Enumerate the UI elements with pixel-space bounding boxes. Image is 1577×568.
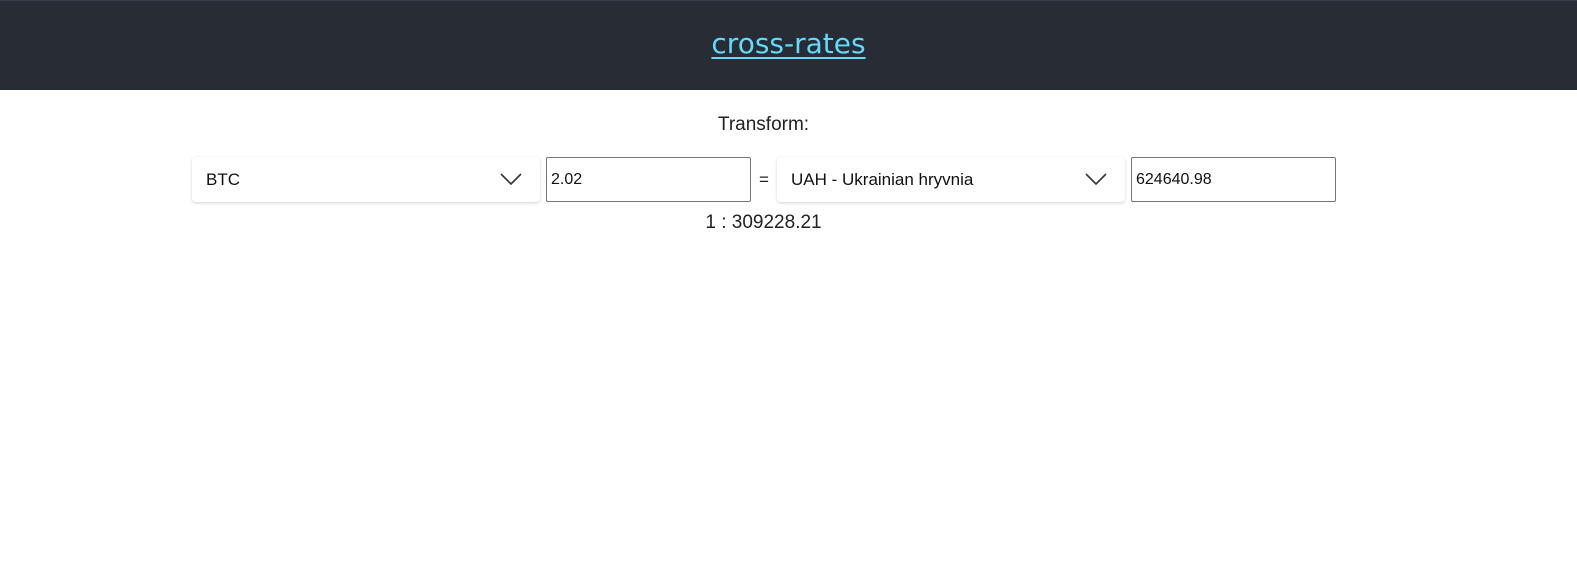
exchange-rate-text: 1 : 309228.21 (705, 212, 822, 233)
app-header: cross-rates (0, 0, 1577, 90)
from-currency-value: BTC (206, 169, 240, 189)
from-currency-select[interactable]: BTC (192, 157, 540, 202)
equals-sign: = (759, 169, 769, 189)
to-currency-value: UAH - Ukrainian hryvnia (791, 169, 974, 189)
from-amount-input[interactable] (546, 157, 751, 202)
app-title-link[interactable]: cross-rates (711, 27, 865, 60)
converter-row: BTC = UAH - Ukrainian hryvnia (192, 157, 1336, 202)
to-amount-input[interactable] (1131, 157, 1336, 202)
chevron-down-icon (500, 173, 522, 187)
chevron-down-icon (1085, 173, 1107, 187)
transform-label: Transform: (717, 114, 810, 135)
to-currency-select[interactable]: UAH - Ukrainian hryvnia (777, 157, 1125, 202)
